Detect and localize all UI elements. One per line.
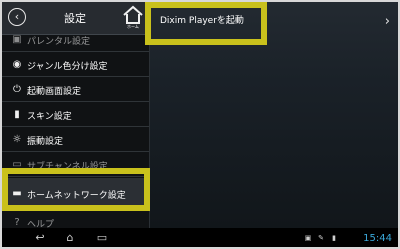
sd-card-icon: ▮ [332,234,336,242]
screen-frame: ‹ 設定 ホーム ▣ パレンタル設定 ◉ ジャンル色分け設定 ⏻ 起動画面設定 … [0,0,400,249]
home-nav-icon[interactable]: ⌂ [62,232,78,244]
highlight-box-launch [145,2,267,45]
lock-icon: ▣ [12,35,22,45]
menu-item-help[interactable]: ? ヘルプ [2,211,149,228]
menu-item-genre-color[interactable]: ◉ ジャンル色分け設定 [2,53,149,77]
menu-item-label: 起動画面設定 [27,87,82,97]
system-nav-bar: ↩ ⌂ ▭ ▣ ✎ ▮ 15:44 [2,228,398,247]
menu-item-vibration[interactable]: ☼ 振動設定 [2,128,149,152]
power-icon: ⏻ [13,84,21,95]
menu-item-label: スキン設定 [27,112,72,122]
menu-item-parental[interactable]: ▣ パレンタル設定 [2,35,149,52]
highlight-box-menu [2,168,150,211]
help-icon: ? [14,217,20,228]
radio-icon: ◉ [12,59,22,70]
settings-header: ‹ 設定 ホーム [2,2,150,35]
screenshot-icon: ▣ [304,234,312,242]
home-button[interactable]: ホーム [120,5,146,33]
menu-item-skin[interactable]: ▮ スキン設定 [2,103,149,127]
chevron-right-icon: › [384,14,390,29]
phone-icon: ▮ [14,109,20,120]
menu-item-label: 振動設定 [27,137,64,147]
back-nav-icon[interactable]: ↩ [32,232,48,244]
home-label: ホーム [127,24,139,29]
menu-item-label: ヘルプ [27,220,55,228]
clock: 15:44 [363,233,392,244]
menu-item-startup-screen[interactable]: ⏻ 起動画面設定 [2,78,149,102]
menu-item-label: ジャンル色分け設定 [27,62,108,72]
page-title: 設定 [64,12,86,25]
vibrate-icon: ☼ [12,134,22,145]
edit-icon: ✎ [318,234,324,242]
home-icon [123,5,143,24]
recent-apps-icon[interactable]: ▭ [94,232,110,244]
back-arrow-icon[interactable]: ‹ [8,8,26,26]
menu-item-label: パレンタル設定 [27,37,91,47]
